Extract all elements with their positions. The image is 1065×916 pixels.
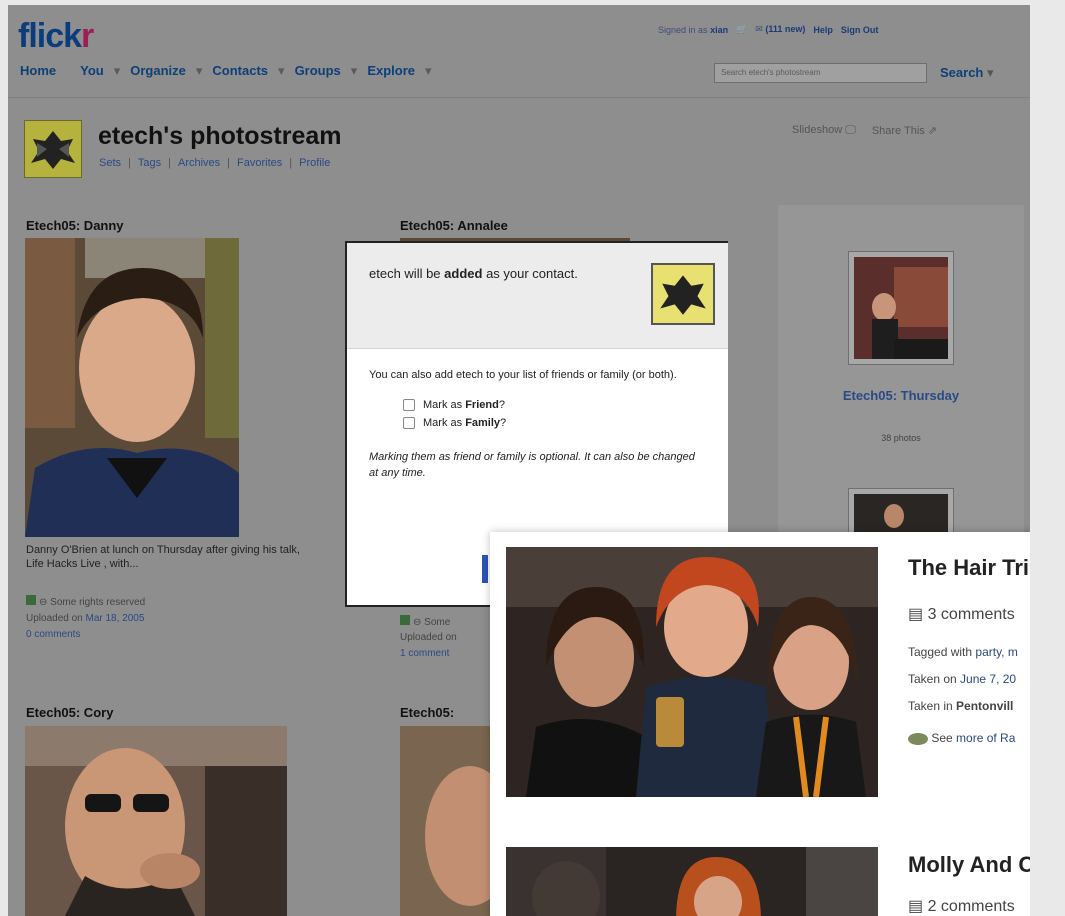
some-rights-icon: ⊖ [39, 597, 48, 608]
set-title[interactable]: Etech05: Thursday [778, 387, 1024, 404]
contact-avatar [651, 263, 715, 325]
see-more-row: See more of Ra [908, 731, 1015, 745]
cart-icon[interactable]: 🛒 [736, 24, 747, 35]
link-tags[interactable]: Tags [138, 157, 161, 169]
photo-title[interactable]: Molly And C [908, 852, 1030, 878]
nav-you[interactable]: You [80, 63, 104, 79]
dialog-header: etech will be added as your contact. [347, 243, 728, 349]
help-link[interactable]: Help [813, 25, 833, 35]
signout-link[interactable]: Sign Out [841, 25, 879, 35]
link-profile[interactable]: Profile [299, 157, 330, 169]
share-icon: ⇗ [927, 125, 938, 137]
photo-molly[interactable] [506, 847, 878, 916]
page-title: etech's photostream [98, 122, 342, 150]
set-thumbnail[interactable] [848, 251, 954, 365]
comments-link[interactable]: 1 comment [400, 648, 449, 659]
share-button[interactable]: Share This ⇗ [872, 124, 937, 137]
comments-count[interactable]: ▤ 2 comments [908, 896, 1015, 916]
comment-icon: ▤ [908, 606, 924, 623]
photo-hair-trio[interactable] [506, 547, 878, 797]
chevron-down-icon[interactable]: ▾ [351, 63, 358, 79]
profile-links: Sets | Tags | Archives | Favorites | Profile [99, 157, 331, 169]
set-count: 38 photos [881, 433, 921, 443]
mail-link[interactable]: ✉ (111 new) [755, 24, 805, 35]
nav-contacts[interactable]: Contacts [212, 63, 268, 79]
tags-row: Tagged with party, m [908, 645, 1018, 659]
chevron-down-icon[interactable]: ▾ [425, 63, 432, 79]
comment-icon: ▤ [908, 898, 924, 915]
friend-checkbox[interactable] [403, 399, 415, 412]
photo-caption: Danny O'Brien at lunch on Thursday after… [26, 544, 300, 570]
chevron-down-icon[interactable]: ▾ [114, 63, 121, 79]
divider [8, 97, 1030, 98]
cc-icon [400, 615, 410, 625]
taken-in-row: Taken in Pentonvill [908, 699, 1014, 713]
nav-home[interactable]: Home [20, 63, 56, 79]
comments-count[interactable]: ▤ 3 comments [908, 604, 1015, 624]
chevron-down-icon[interactable]: ▾ [196, 63, 203, 79]
link-archives[interactable]: Archives [178, 157, 220, 169]
family-checkbox[interactable] [403, 417, 415, 430]
zoom-overlay: The Hair Tri ▤ 3 comments Tagged with pa… [490, 532, 1030, 916]
nav-groups[interactable]: Groups [295, 63, 341, 79]
comments-link[interactable]: 0 comments [26, 629, 80, 640]
uploaded-row: Uploaded on Mar 18, 2005 [26, 613, 145, 624]
upload-date-link[interactable]: Mar 18, 2005 [86, 613, 145, 624]
photo-title[interactable]: Etech05: Cory [26, 705, 113, 720]
monitor-icon: 🖵 [845, 124, 856, 136]
taken-on-row: Taken on June 7, 20 [908, 672, 1017, 686]
avatar[interactable] [24, 120, 82, 178]
photo-cory[interactable] [25, 726, 287, 916]
license-row: ⊖ Some [400, 615, 450, 628]
slideshow-button[interactable]: Slideshow 🖵 [792, 124, 856, 137]
user-link[interactable]: xian [710, 25, 728, 35]
main-nav: Home You ▾ Organize ▾ Contacts ▾ Groups ▾ Ex… [20, 63, 432, 79]
photo-danny[interactable] [25, 238, 239, 537]
photo-title[interactable]: Etech05: [400, 705, 454, 720]
flickr-logo[interactable]: flickr [18, 17, 94, 56]
photo-title[interactable]: The Hair Tri [908, 555, 1029, 581]
search-input[interactable]: Search etech's photostream [714, 63, 927, 83]
dialog-button-edge[interactable] [482, 555, 488, 583]
uploaded-row: Uploaded on [400, 632, 457, 643]
cc-icon [26, 595, 36, 605]
search-button[interactable]: Search ▾ [940, 65, 994, 81]
taken-date-link[interactable]: June 7, 20 [960, 672, 1016, 686]
user-bar: Signed in as xian 🛒 ✉ (111 new) Help Sig… [658, 24, 878, 35]
photo-4[interactable] [400, 726, 490, 916]
see-more-link[interactable]: more of Ra [956, 731, 1015, 745]
link-favorites[interactable]: Favorites [237, 157, 282, 169]
some-rights-icon: ⊖ [413, 617, 422, 628]
link-sets[interactable]: Sets [99, 157, 121, 169]
chevron-down-icon[interactable]: ▾ [278, 63, 285, 79]
nav-explore[interactable]: Explore [367, 63, 415, 79]
family-option[interactable]: Mark as Family? [403, 415, 728, 431]
photo-title[interactable]: Etech05: Danny [26, 218, 124, 233]
user-icon [908, 732, 928, 745]
signed-in-text: Signed in as [658, 24, 708, 35]
photo-title[interactable]: Etech05: Annalee [400, 218, 508, 233]
tag-links[interactable]: party, m [975, 645, 1017, 659]
flickr-page: flickr Signed in as xian 🛒 ✉ (111 new) H… [8, 5, 1030, 916]
photostream-actions: Slideshow 🖵 Share This ⇗ [792, 124, 937, 137]
place-link[interactable]: Pentonvill [956, 699, 1013, 713]
license-row: ⊖ Some rights reserved [26, 595, 145, 608]
dialog-note: Marking them as friend or family is opti… [369, 451, 695, 479]
friend-option[interactable]: Mark as Friend? [403, 397, 728, 413]
nav-organize[interactable]: Organize [130, 63, 186, 79]
dialog-info: You can also add etech to your list of f… [369, 369, 677, 381]
dialog-message: etech will be added as your contact. [369, 266, 578, 281]
